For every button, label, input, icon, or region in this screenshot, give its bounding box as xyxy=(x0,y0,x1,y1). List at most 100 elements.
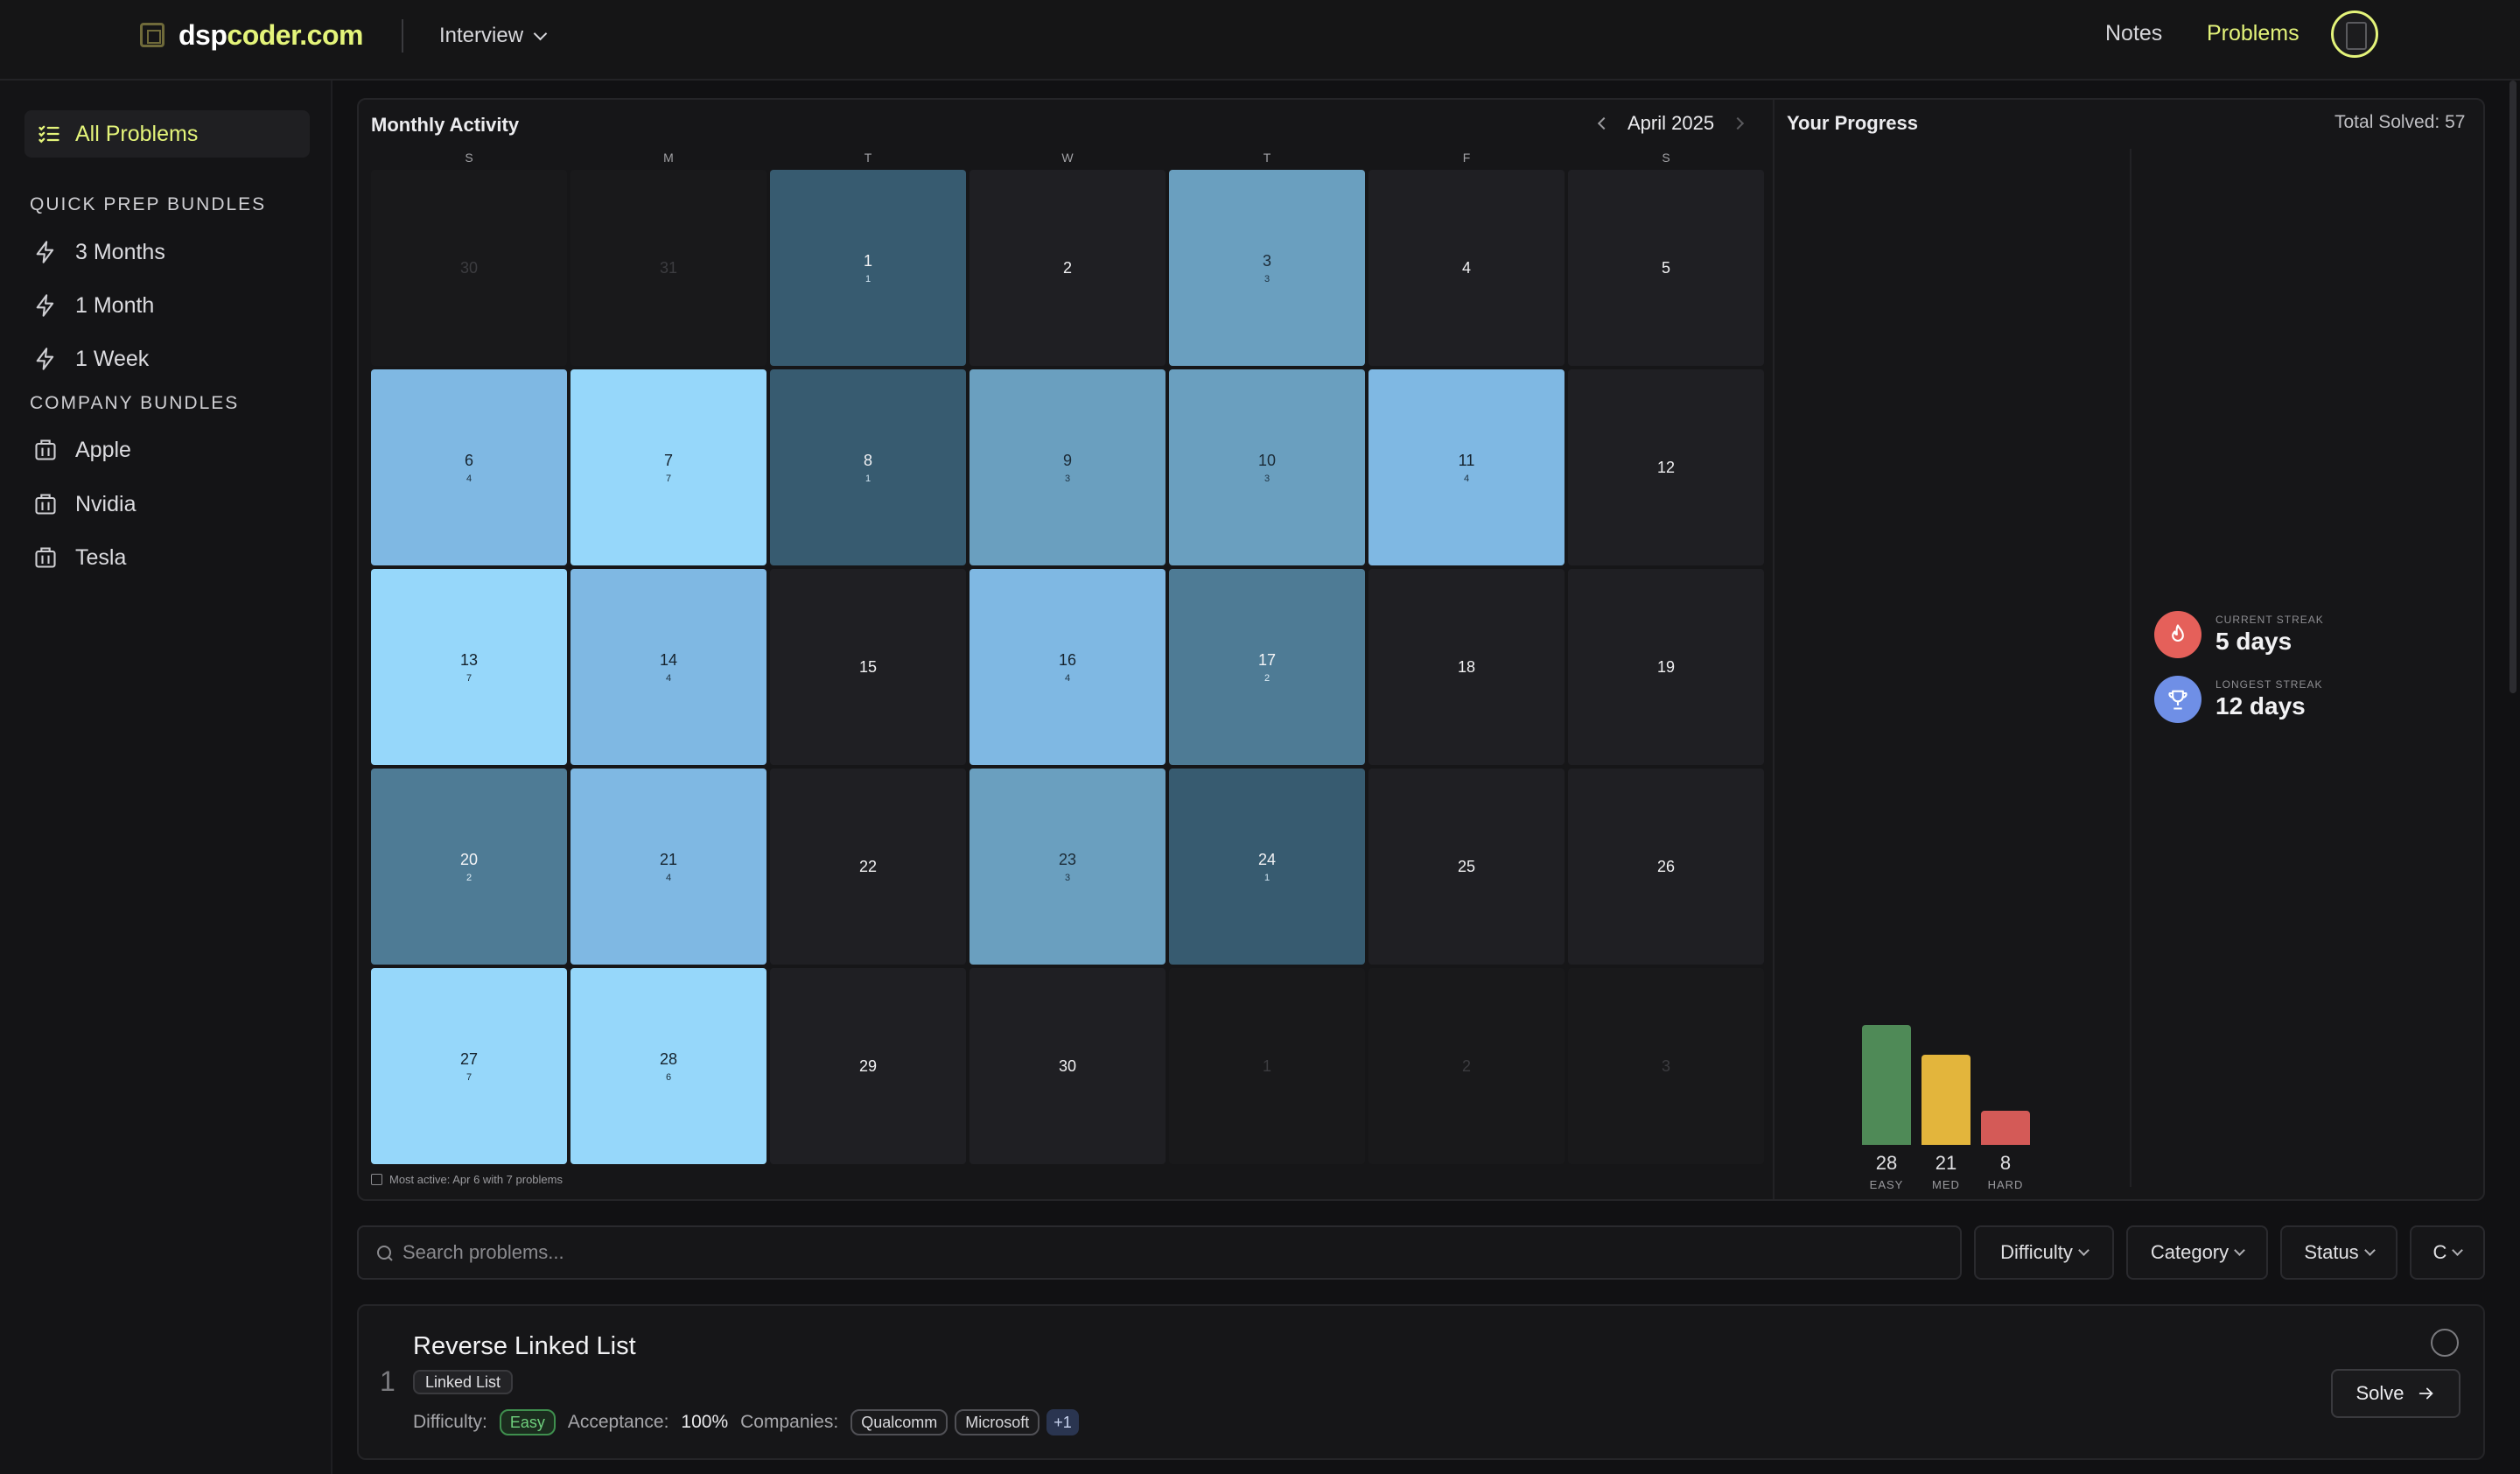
solved-status-toggle[interactable] xyxy=(2431,1329,2459,1357)
category-filter[interactable]: Category xyxy=(2126,1225,2268,1280)
day-solve-count: 2 xyxy=(1264,672,1270,684)
building-icon xyxy=(33,438,58,462)
chevron-left-icon[interactable] xyxy=(1597,116,1611,130)
weekday-label: T xyxy=(864,151,872,165)
sidebar-item-nvidia[interactable]: Nvidia xyxy=(33,487,136,522)
calendar-day[interactable]: 33 xyxy=(1169,170,1365,366)
calendar-day[interactable]: 24 1 xyxy=(1169,769,1365,965)
sidebar-item-label: Apple xyxy=(75,437,131,462)
day-solve-count: 4 xyxy=(665,672,672,684)
chevron-down-icon xyxy=(2077,1244,2090,1256)
calendar-day[interactable]: 15 xyxy=(770,569,966,765)
calendar-day[interactable]: 77 xyxy=(570,369,766,565)
page-scrollbar[interactable] xyxy=(2510,81,2516,693)
mode-label: Interview xyxy=(439,24,524,47)
calendar-day[interactable]: 12 xyxy=(1568,369,1764,565)
sidebar-item-label: All Problems xyxy=(75,121,199,146)
bar-value-label: 8 xyxy=(1999,1152,2012,1174)
calendar-day[interactable]: 17 2 xyxy=(1169,569,1365,765)
progress-divider xyxy=(2130,149,2132,1187)
problem-card[interactable] xyxy=(357,1304,2485,1460)
weekday-label: W xyxy=(1061,151,1074,165)
calendar-day[interactable]: 22 xyxy=(770,769,966,965)
calendar-day[interactable]: 5 xyxy=(1568,170,1764,366)
longest-streak: LONGEST STREAK 12 days xyxy=(2154,676,2322,723)
search-field[interactable] xyxy=(357,1225,1962,1280)
calendar-day[interactable]: 1 xyxy=(1169,968,1365,1164)
calendar-day[interactable]: 14 4 xyxy=(570,569,766,765)
company-bundles-heading: COMPANY BUNDLES xyxy=(30,393,240,413)
calendar-day[interactable]: 2 xyxy=(1368,968,1564,1164)
day-number: 19 xyxy=(1656,657,1676,676)
problem-title[interactable]: Reverse Linked List xyxy=(413,1332,636,1361)
progress-title: Your Progress xyxy=(1787,112,1918,134)
day-number: 6 xyxy=(464,451,473,469)
streak-value: 12 days xyxy=(2216,692,2306,719)
nav-notes-link[interactable]: Notes xyxy=(2105,21,2162,46)
sidebar-item-1-week[interactable]: 1 Week xyxy=(33,341,149,376)
day-number: 15 xyxy=(858,657,878,676)
user-avatar[interactable] xyxy=(2331,11,2378,58)
day-number: 30 xyxy=(459,258,479,277)
sidebar-item-apple[interactable]: Apple xyxy=(33,432,131,467)
calendar-day[interactable]: 19 xyxy=(1568,569,1764,765)
calendar-day[interactable]: 30 xyxy=(970,968,1166,1164)
day-number: 31 xyxy=(659,258,678,277)
chevron-down-icon xyxy=(533,26,548,40)
more-companies-badge[interactable]: +1 xyxy=(1046,1409,1079,1435)
calendar-day[interactable]: 18 xyxy=(1368,569,1564,765)
calendar-day[interactable]: 30 xyxy=(371,170,567,366)
calendar-day[interactable]: 10 3 xyxy=(1169,369,1365,565)
calendar-day[interactable]: 23 3 xyxy=(970,769,1166,965)
solve-label: Solve xyxy=(2356,1382,2404,1404)
calendar-day[interactable]: 64 xyxy=(371,369,567,565)
calendar-icon xyxy=(371,1174,382,1185)
search-input[interactable] xyxy=(402,1241,1960,1264)
brand-logo[interactable]: dspcoder.com xyxy=(140,18,363,53)
calendar-day[interactable]: 27 7 xyxy=(371,968,567,1164)
calendar-day[interactable]: 21 4 xyxy=(570,769,766,965)
day-number: 13 xyxy=(459,650,479,669)
calendar-day[interactable]: 81 xyxy=(770,369,966,565)
sidebar-item-3-months[interactable]: 3 Months xyxy=(33,235,165,270)
calendar-day[interactable]: 28 6 xyxy=(570,968,766,1164)
calendar-day[interactable]: 13 7 xyxy=(371,569,567,765)
brand-name: dspcoder.com xyxy=(178,18,363,51)
company-filter[interactable]: C xyxy=(2410,1225,2485,1280)
calendar-day[interactable]: 26 xyxy=(1568,769,1764,965)
month-navigator: April 2025 xyxy=(1597,112,1745,135)
calendar-day[interactable]: 20 2 xyxy=(371,769,567,965)
acceptance-label: Acceptance: xyxy=(567,1412,669,1432)
calendar-day[interactable]: 93 xyxy=(970,369,1166,565)
nav-problems-link[interactable]: Problems xyxy=(2207,21,2300,46)
sidebar-item-all-problems[interactable]: All Problems xyxy=(24,110,310,158)
bar-easy xyxy=(1862,1025,1911,1145)
calendar-day[interactable]: 25 xyxy=(1368,769,1564,965)
status-filter[interactable]: Status xyxy=(2280,1225,2398,1280)
mode-dropdown[interactable]: Interview xyxy=(439,21,548,51)
calendar-day[interactable]: 29 xyxy=(770,968,966,1164)
day-number: 3 xyxy=(1262,251,1271,270)
day-number: 2 xyxy=(1461,1056,1471,1075)
difficulty-filter[interactable]: Difficulty xyxy=(1974,1225,2114,1280)
search-icon xyxy=(377,1246,393,1261)
sidebar-item-tesla[interactable]: Tesla xyxy=(33,540,126,575)
day-solve-count: 1 xyxy=(1264,872,1270,883)
calendar-day[interactable]: 2 xyxy=(970,170,1166,366)
trophy-icon xyxy=(2154,676,2202,723)
chevron-right-icon[interactable] xyxy=(1732,116,1745,130)
bar-category-label: EASY xyxy=(1869,1178,1904,1191)
total-solved: Total Solved: 57 xyxy=(2334,112,2466,132)
calendar-day[interactable]: 31 xyxy=(570,170,766,366)
calendar-day[interactable]: 11 xyxy=(770,170,966,366)
calendar-day[interactable]: 11 4 xyxy=(1368,369,1564,565)
day-number: 7 xyxy=(663,451,673,469)
calendar-day[interactable]: 3 xyxy=(1568,968,1764,1164)
day-solve-count: 1 xyxy=(864,473,872,484)
calendar-day[interactable]: 4 xyxy=(1368,170,1564,366)
solve-button[interactable]: Solve xyxy=(2331,1369,2460,1418)
bar-value-label: 21 xyxy=(1935,1152,1957,1174)
sidebar-item-1-month[interactable]: 1 Month xyxy=(33,288,154,323)
calendar-day[interactable]: 16 4 xyxy=(970,569,1166,765)
arrow-right-icon xyxy=(2418,1387,2433,1400)
